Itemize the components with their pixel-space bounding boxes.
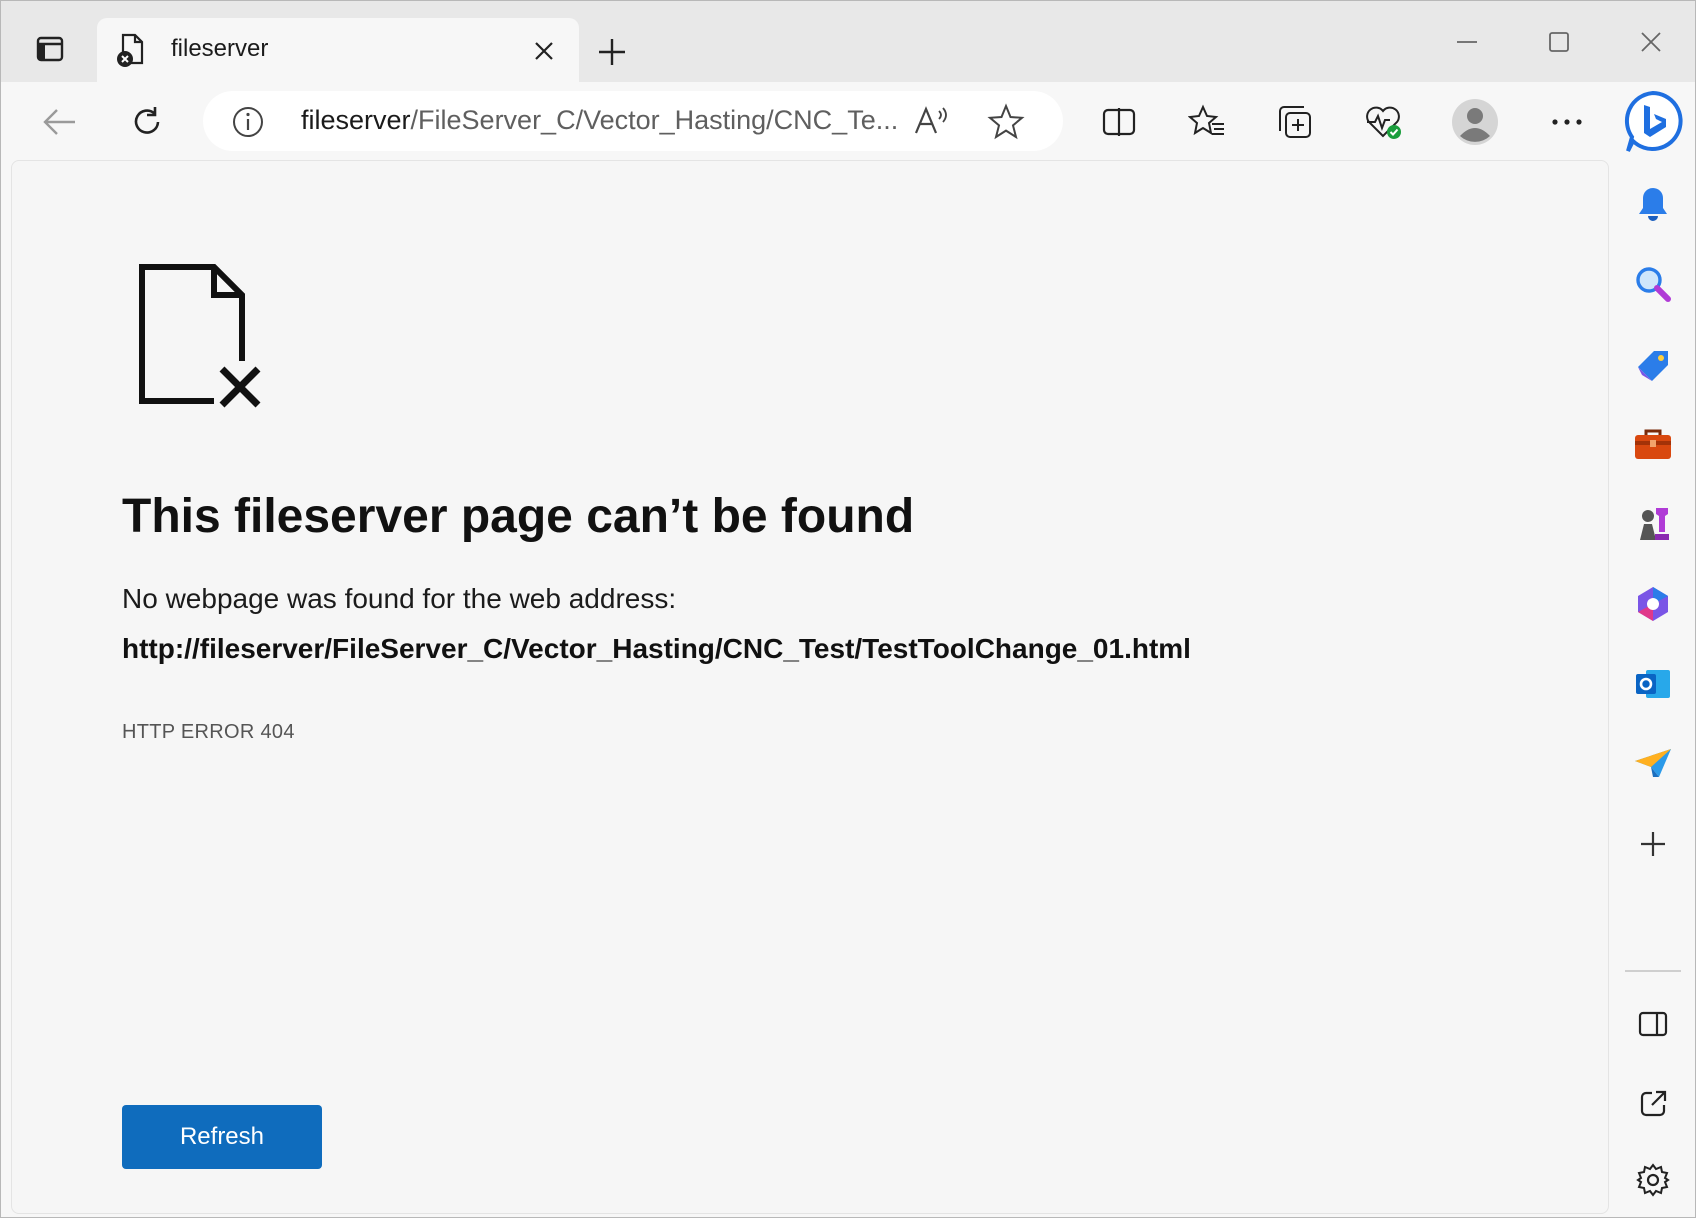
favorites-button[interactable] — [1181, 96, 1233, 148]
active-tab[interactable]: fileserver — [97, 18, 579, 82]
sidebar-drop[interactable] — [1625, 736, 1681, 792]
address-path: /FileServer_C/Vector_Hasting/CNC_Te... — [410, 105, 899, 135]
info-icon[interactable] — [231, 105, 265, 139]
navigation-toolbar: fileserver/FileServer_C/Vector_Hasting/C… — [1, 82, 1695, 160]
sidebar-toggle-icon — [1638, 1011, 1668, 1037]
new-tab-button[interactable] — [589, 29, 635, 75]
sidebar-search[interactable] — [1625, 256, 1681, 312]
tab-actions-icon — [36, 36, 64, 62]
page-title: This fileserver page can’t be found — [122, 490, 915, 543]
sidebar-add[interactable] — [1625, 816, 1681, 872]
sidebar-outlook[interactable] — [1625, 656, 1681, 712]
sidebar-open-external[interactable] — [1625, 1076, 1681, 1132]
read-aloud-icon — [914, 106, 947, 134]
back-button[interactable] — [33, 96, 85, 148]
tab-actions-button[interactable] — [19, 21, 81, 77]
edge-sidebar — [1611, 82, 1695, 1217]
file-not-found-icon — [139, 264, 264, 411]
games-icon — [1640, 508, 1669, 540]
address-bar[interactable]: fileserver/FileServer_C/Vector_Hasting/C… — [203, 91, 1063, 151]
tag-icon — [1638, 351, 1668, 381]
plus-icon — [1641, 832, 1665, 856]
sidebar-settings[interactable] — [1625, 1152, 1681, 1208]
favorites-icon — [1188, 104, 1224, 136]
sidebar-shopping[interactable] — [1625, 336, 1681, 392]
split-screen-icon — [1102, 108, 1136, 136]
maximize-button[interactable] — [1529, 19, 1589, 65]
error-description: No webpage was found for the web address… — [122, 583, 677, 614]
toolbox-icon — [1635, 429, 1671, 459]
sidebar-tools[interactable] — [1625, 416, 1681, 472]
collections-icon — [1279, 106, 1311, 138]
error-code: HTTP ERROR 404 — [122, 721, 295, 743]
open-external-icon — [1640, 1090, 1667, 1117]
more-icon — [1552, 119, 1582, 125]
browser-essentials-button[interactable] — [1357, 96, 1409, 148]
close-icon — [1641, 32, 1661, 52]
sidebar-games[interactable] — [1625, 496, 1681, 552]
reload-button[interactable] — [121, 96, 173, 148]
page-content: This fileserver page can’t be found No w… — [11, 160, 1609, 1214]
bell-icon — [1639, 188, 1667, 221]
split-screen-button[interactable] — [1093, 96, 1145, 148]
browser-window: fileserver fileserver/FileServer_C/Vecto… — [0, 0, 1696, 1218]
sidebar-office[interactable] — [1625, 576, 1681, 632]
tab-close-button[interactable] — [529, 36, 559, 66]
minimize-button[interactable] — [1437, 19, 1497, 65]
plus-icon — [599, 39, 625, 65]
settings-gear-icon — [1636, 1163, 1670, 1197]
search-icon — [1636, 267, 1671, 302]
error-url: http://fileserver/FileServer_C/Vector_Ha… — [122, 633, 1191, 664]
address-text[interactable]: fileserver/FileServer_C/Vector_Hasting/C… — [301, 105, 901, 136]
reload-icon — [134, 107, 160, 134]
address-host: fileserver — [301, 105, 411, 135]
add-favorite-button[interactable] — [987, 103, 1025, 141]
profile-avatar-icon — [1452, 99, 1498, 145]
star-icon — [987, 103, 1025, 140]
maximize-icon — [1549, 32, 1569, 52]
office-icon — [1638, 587, 1668, 621]
close-window-button[interactable] — [1621, 19, 1681, 65]
tab-strip: fileserver — [1, 1, 1695, 82]
sidebar-divider — [1625, 970, 1681, 972]
heart-pulse-icon — [1366, 106, 1401, 139]
read-aloud-button[interactable] — [913, 103, 953, 139]
outlook-icon — [1636, 670, 1670, 698]
profile-button[interactable] — [1449, 96, 1501, 148]
page-error-icon — [117, 33, 144, 67]
collections-button[interactable] — [1269, 96, 1321, 148]
refresh-button[interactable]: Refresh — [122, 1105, 322, 1169]
drop-icon — [1635, 749, 1671, 777]
sidebar-hide-toggle[interactable] — [1625, 996, 1681, 1052]
minimize-icon — [1457, 41, 1477, 43]
back-arrow-icon — [43, 109, 75, 135]
tab-title: fileserver — [171, 35, 269, 62]
bing-copilot-icon — [1624, 90, 1683, 152]
copilot-button[interactable] — [1619, 88, 1687, 156]
more-options-button[interactable] — [1541, 96, 1593, 148]
close-icon — [535, 42, 553, 60]
sidebar-notifications[interactable] — [1625, 176, 1681, 232]
